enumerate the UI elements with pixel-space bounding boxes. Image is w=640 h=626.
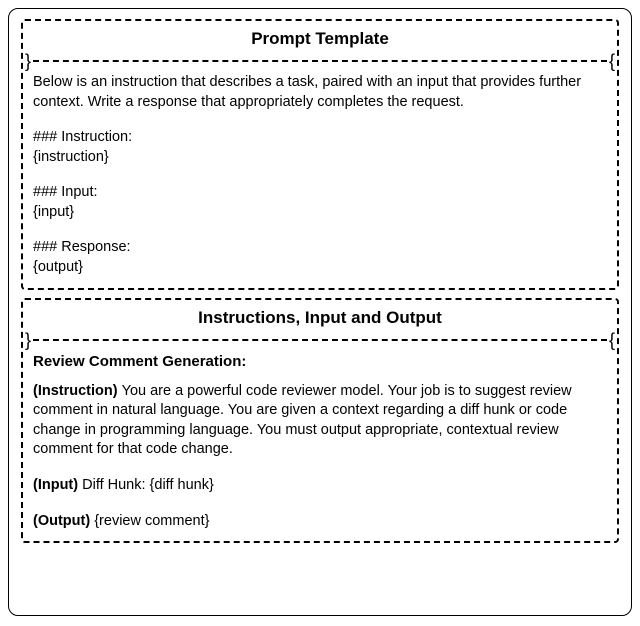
input-text: Diff Hunk: {diff hunk} bbox=[82, 477, 214, 493]
instruction-block: ### Instruction: {instruction} bbox=[33, 128, 607, 167]
brace-right-icon: { bbox=[607, 334, 617, 346]
instruction-header: ### Instruction: bbox=[33, 128, 607, 148]
output-text: {review comment} bbox=[94, 513, 209, 529]
outer-frame: Prompt Template } { Below is an instruct… bbox=[8, 8, 632, 616]
review-comment-subheading: Review Comment Generation: bbox=[33, 352, 607, 372]
brace-left-icon: } bbox=[23, 55, 33, 67]
prompt-template-body: Below is an instruction that describes a… bbox=[33, 73, 607, 278]
prompt-template-title: Prompt Template bbox=[33, 27, 607, 53]
prompt-template-section: Prompt Template } { Below is an instruct… bbox=[21, 19, 619, 290]
divider: } { bbox=[23, 55, 617, 67]
dash-line bbox=[33, 339, 607, 341]
response-block: ### Response: {output} bbox=[33, 238, 607, 277]
brace-right-icon: { bbox=[607, 55, 617, 67]
response-value: {output} bbox=[33, 258, 607, 278]
input-para: (Input) Diff Hunk: {diff hunk} bbox=[33, 476, 607, 496]
input-label: (Input) bbox=[33, 477, 82, 493]
brace-left-icon: } bbox=[23, 334, 33, 346]
instructions-body: Review Comment Generation: (Instruction)… bbox=[33, 352, 607, 532]
input-header: ### Input: bbox=[33, 183, 607, 203]
instruction-para: (Instruction) You are a powerful code re… bbox=[33, 382, 607, 460]
output-label: (Output) bbox=[33, 513, 94, 529]
instruction-value: {instruction} bbox=[33, 148, 607, 168]
response-header: ### Response: bbox=[33, 238, 607, 258]
instructions-section: Instructions, Input and Output } { Revie… bbox=[21, 298, 619, 544]
input-value: {input} bbox=[33, 203, 607, 223]
input-block: ### Input: {input} bbox=[33, 183, 607, 222]
instructions-title: Instructions, Input and Output bbox=[33, 306, 607, 332]
output-para: (Output) {review comment} bbox=[33, 512, 607, 532]
divider: } { bbox=[23, 334, 617, 346]
intro-text: Below is an instruction that describes a… bbox=[33, 73, 607, 112]
dash-line bbox=[33, 60, 607, 62]
instruction-label: (Instruction) bbox=[33, 383, 122, 399]
